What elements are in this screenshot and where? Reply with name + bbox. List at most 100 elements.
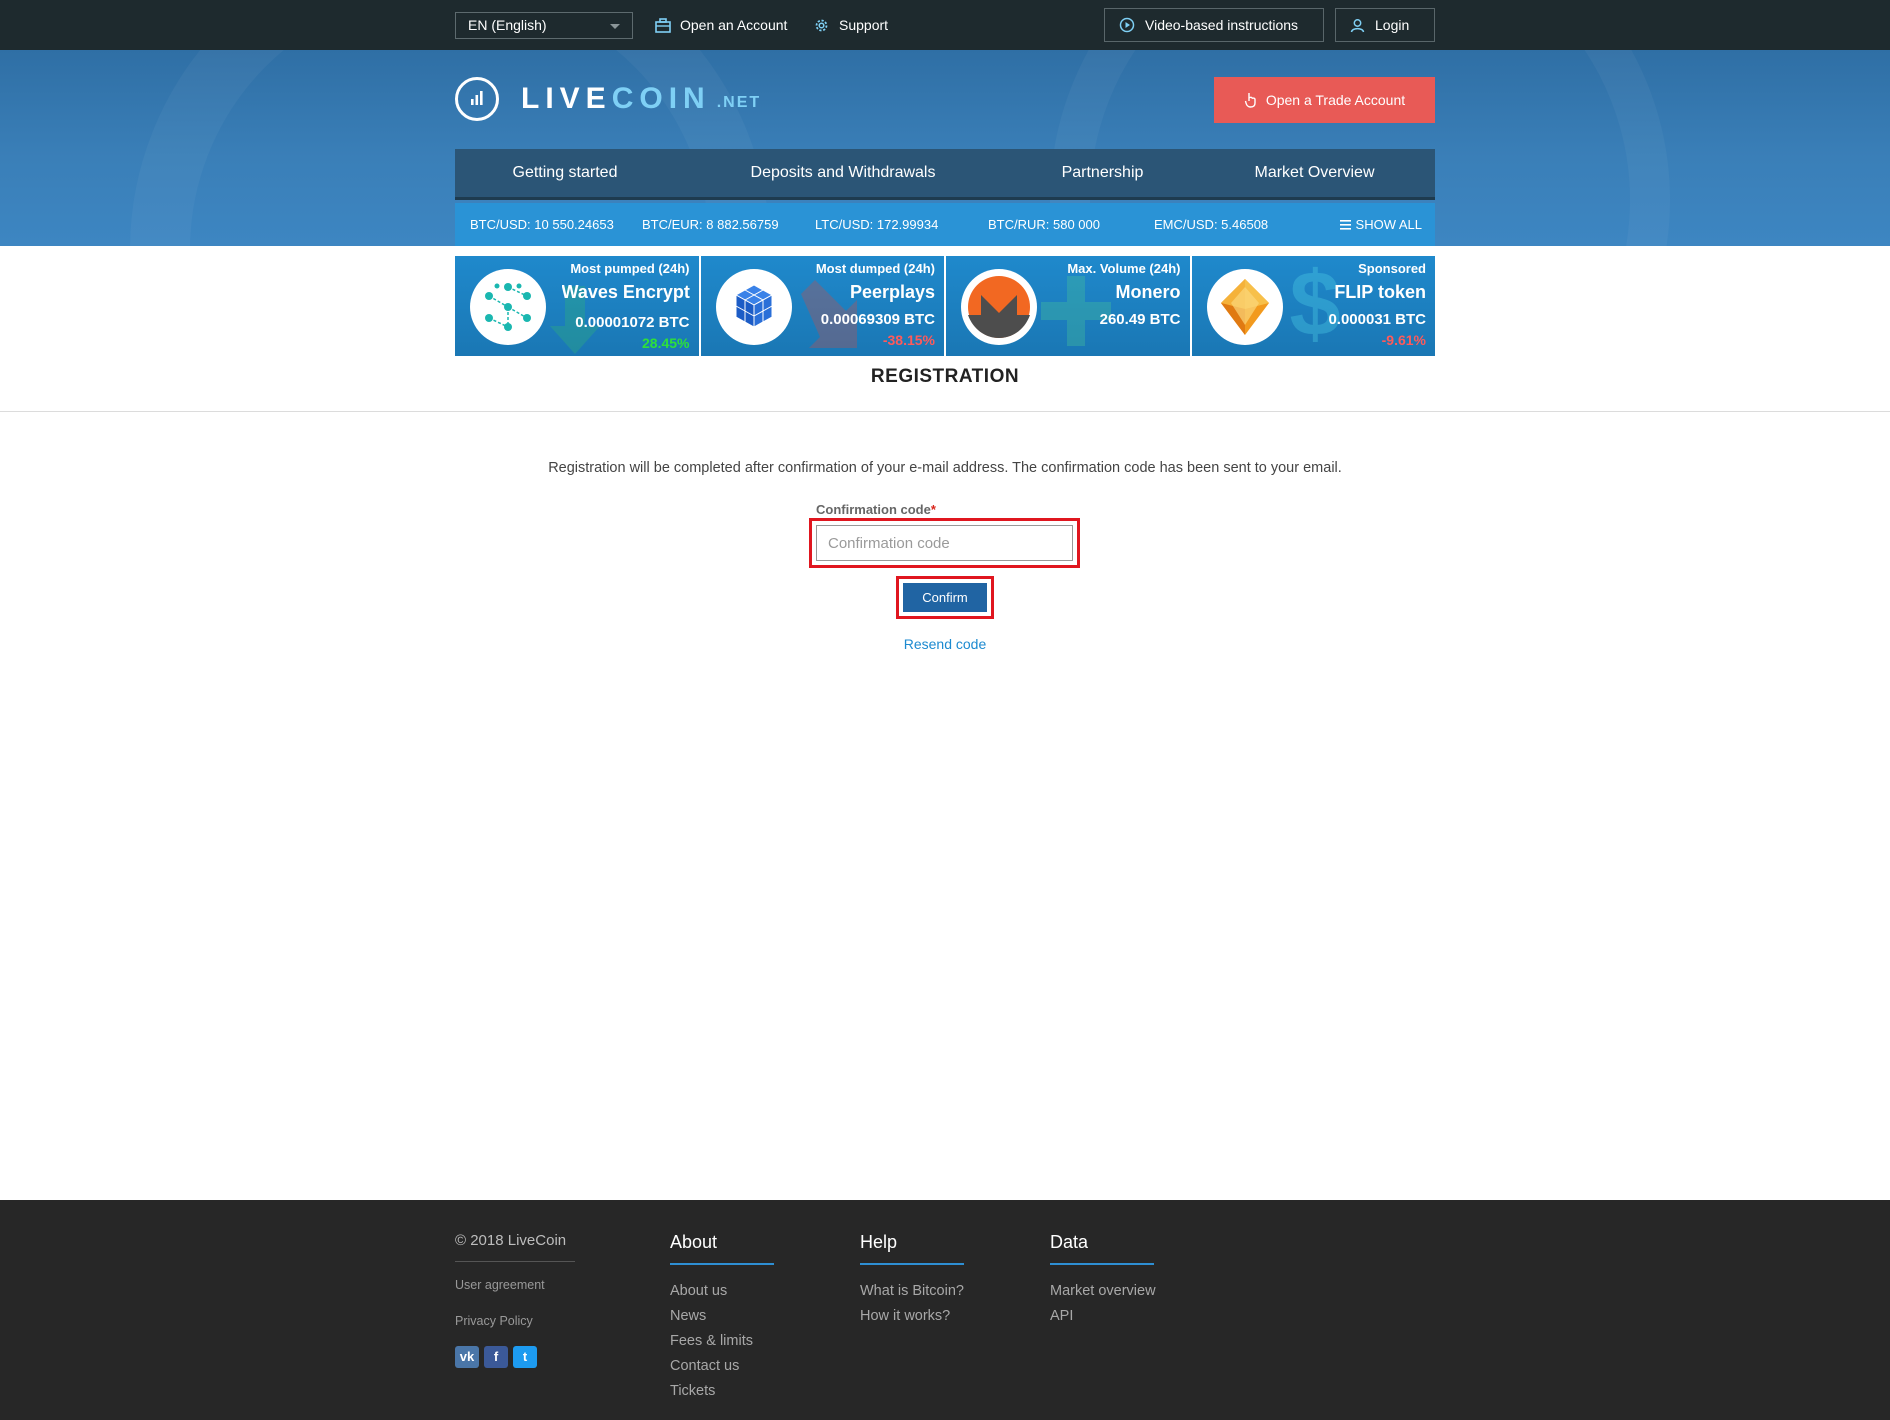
dollar-decoration: $: [1289, 256, 1341, 355]
nav-getting-started[interactable]: Getting started: [455, 149, 675, 197]
footer-link-what-is-bitcoin[interactable]: What is Bitcoin?: [860, 1279, 964, 1304]
tile-price: 260.49 BTC: [1099, 311, 1181, 328]
ticker-emc-usd[interactable]: EMC/USD: 5.46508: [1154, 203, 1268, 246]
page-title: REGISTRATION: [870, 366, 1020, 387]
confirm-button[interactable]: Confirm: [903, 583, 987, 612]
flip-token-logo: [1206, 269, 1283, 345]
user-icon: [1350, 18, 1365, 32]
logo-chart-icon: [455, 77, 499, 121]
resend-code-link: Resend code: [0, 636, 1890, 652]
nav-deposits-withdrawals[interactable]: Deposits and Withdrawals: [675, 149, 1011, 197]
nav-market-overview[interactable]: Market Overview: [1194, 149, 1435, 197]
tile-change: -9.61%: [1381, 332, 1426, 348]
tile-most-pumped[interactable]: Most pumped (24h) Waves Encrypto 0.00001…: [455, 256, 699, 356]
confirmation-code-input[interactable]: [816, 525, 1073, 561]
confirmation-code-highlight: [809, 518, 1080, 568]
confirmation-code-label: Confirmation code*: [816, 502, 936, 517]
logo-live: LIVE: [521, 82, 612, 115]
market-highlights: Most pumped (24h) Waves Encrypto 0.00001…: [455, 256, 1435, 356]
nav-partnership[interactable]: Partnership: [1011, 149, 1194, 197]
registration-info: Registration will be completed after con…: [548, 460, 1342, 476]
footer-column-title: About: [670, 1232, 774, 1265]
title-divider: [0, 411, 1890, 412]
open-account-label: Open an Account: [680, 17, 788, 33]
open-trade-account-label: Open a Trade Account: [1265, 92, 1406, 108]
footer-link-how-it-works[interactable]: How it works?: [860, 1304, 964, 1329]
top-bar: EN (English) Open an Account Support Vid…: [0, 0, 1890, 50]
briefcase-icon: [655, 17, 671, 33]
tile-price: 0.000031 BTC: [1328, 311, 1426, 328]
support-link[interactable]: Support: [813, 0, 888, 50]
tile-coin-name: Waves Encrypto: [561, 282, 690, 302]
site-logo[interactable]: LIVECOIN .NET: [455, 77, 761, 121]
video-instructions-button[interactable]: Video-based instructions: [1104, 8, 1324, 42]
menu-icon: [1339, 219, 1351, 230]
user-agreement-link[interactable]: User agreement: [455, 1278, 545, 1292]
footer-link-api[interactable]: API: [1050, 1304, 1156, 1329]
tile-coin-name: Monero: [1115, 282, 1181, 302]
tile-most-dumped[interactable]: Most dumped (24h) Peerplays 0.00069309 B…: [700, 256, 944, 356]
price-ticker: BTC/USD: 10 550.24653 BTC/EUR: 8 882.567…: [455, 203, 1435, 246]
language-select[interactable]: EN (English): [455, 12, 633, 39]
footer-column-title: Help: [860, 1232, 964, 1265]
twitter-icon[interactable]: t: [513, 1346, 537, 1368]
tile-category: Most pumped (24h): [570, 261, 690, 276]
ticker-btc-usd[interactable]: BTC/USD: 10 550.24653: [470, 203, 614, 246]
tile-max-volume[interactable]: Max. Volume (24h) Monero 260.49 BTC: [946, 256, 1190, 356]
open-trade-account-button[interactable]: Open a Trade Account: [1214, 77, 1435, 123]
gear-icon: [815, 19, 828, 31]
chevron-down-icon: [610, 24, 620, 29]
footer-link-market-overview[interactable]: Market overview: [1050, 1279, 1156, 1304]
required-marker: *: [930, 502, 936, 517]
login-button[interactable]: Login: [1335, 8, 1435, 42]
ticker-btc-rur[interactable]: BTC/RUR: 580 000: [988, 203, 1100, 246]
confirm-highlight: Confirm: [896, 576, 994, 619]
footer: © 2018 LiveCoin User agreement Privacy P…: [0, 1200, 1890, 1420]
footer-link-about-us[interactable]: About us: [670, 1279, 774, 1304]
tile-coin-name: FLIP token: [1334, 282, 1426, 302]
language-select-value: EN (English): [468, 17, 547, 33]
support-label: Support: [839, 17, 889, 33]
tile-coin-name: Peerplays: [849, 282, 935, 302]
footer-link-news[interactable]: News: [670, 1304, 774, 1329]
footer-link-fees-limits[interactable]: Fees & limits: [670, 1329, 774, 1354]
footer-column-data: Data Market overview API: [1050, 1232, 1156, 1329]
tile-price: 0.00069309 BTC: [820, 311, 935, 328]
footer-column-help: Help What is Bitcoin? How it works?: [860, 1232, 964, 1329]
tile-price: 0.00001072 BTC: [575, 314, 690, 331]
privacy-policy-link[interactable]: Privacy Policy: [455, 1314, 533, 1328]
logo-net: .NET: [716, 94, 762, 111]
facebook-icon[interactable]: f: [484, 1346, 508, 1368]
tile-category: Max. Volume (24h): [1067, 261, 1181, 276]
logo-coin: COIN: [611, 82, 711, 115]
peerplays-logo: [715, 269, 792, 345]
ticker-ltc-usd[interactable]: LTC/USD: 172.99934: [815, 203, 938, 246]
tile-category: Sponsored: [1358, 261, 1426, 276]
tile-category: Most dumped (24h): [815, 261, 935, 276]
hero-banner: LIVECOIN .NET Open a Trade Account Getti…: [0, 50, 1890, 246]
open-account-link[interactable]: Open an Account: [655, 0, 787, 50]
show-all-button[interactable]: SHOW ALL: [1339, 203, 1422, 246]
play-circle-icon: [1119, 17, 1135, 33]
waves-encrypto-logo: [470, 269, 546, 345]
tile-change: -38.15%: [882, 332, 935, 348]
copyright: © 2018 LiveCoin: [455, 1232, 575, 1262]
tile-change: 28.45%: [642, 335, 690, 351]
footer-link-tickets[interactable]: Tickets: [670, 1379, 774, 1404]
footer-column-title: Data: [1050, 1232, 1154, 1265]
show-all-label: SHOW ALL: [1355, 217, 1422, 232]
resend-code-label[interactable]: Resend code: [904, 636, 987, 652]
hand-pointer-icon: [1244, 93, 1256, 108]
confirmation-code-label-text: Confirmation code: [816, 502, 931, 517]
vk-icon[interactable]: vk: [455, 1346, 479, 1368]
social-links: vk f t: [455, 1346, 537, 1368]
main-navigation: Getting started Deposits and Withdrawals…: [455, 149, 1435, 200]
footer-link-contact-us[interactable]: Contact us: [670, 1354, 774, 1379]
video-instructions-label: Video-based instructions: [1145, 17, 1299, 33]
ticker-btc-eur[interactable]: BTC/EUR: 8 882.56759: [642, 203, 779, 246]
login-label: Login: [1375, 17, 1410, 33]
tile-sponsored[interactable]: $ Sponsored FLIP token 0.000031 BTC -9.6…: [1191, 256, 1435, 356]
footer-column-about: About About us News Fees & limits Contac…: [670, 1232, 774, 1404]
logo-wordmark: LIVECOIN: [521, 82, 711, 116]
monero-logo: [961, 269, 1037, 345]
